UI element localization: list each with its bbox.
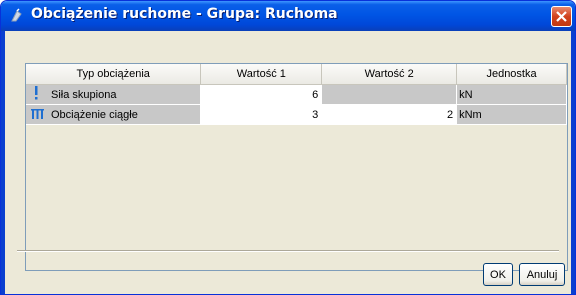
value1-cell[interactable]: 3 (200, 104, 323, 125)
cancel-button[interactable]: Anuluj (519, 263, 565, 286)
window-title: Obciążenie ruchome - Grupa: Ruchoma (31, 6, 338, 22)
ok-button[interactable]: OK (483, 263, 513, 286)
title-bar[interactable]: Obciążenie ruchome - Grupa: Ruchoma (1, 1, 575, 31)
value2-cell (321, 84, 458, 105)
loads-table: Typ obciążenia Wartość 1 Wartość 2 Jedno… (25, 63, 568, 271)
close-icon (556, 11, 567, 22)
unit-cell: kNm (456, 104, 567, 125)
loads-grid: Typ obciążenia Wartość 1 Wartość 2 Jedno… (26, 64, 567, 125)
table-row[interactable]: Siła skupiona 6 kN (26, 84, 567, 105)
load-type-label: Siła skupiona (51, 88, 117, 101)
close-button[interactable] (551, 6, 572, 27)
value1-cell[interactable]: 6 (200, 84, 323, 105)
value2-cell[interactable]: 2 (321, 104, 458, 125)
column-header-value2[interactable]: Wartość 2 (321, 64, 458, 85)
load-type-cell[interactable]: Siła skupiona (26, 84, 202, 105)
table-row[interactable]: Obciążenie ciągłe 3 2 kNm (26, 104, 567, 125)
dialog-window: Obciążenie ruchome - Grupa: Ruchoma Typ … (0, 0, 576, 295)
load-type-cell[interactable]: Obciążenie ciągłe (26, 104, 202, 125)
load-type-label: Obciążenie ciągłe (51, 108, 138, 121)
column-header-unit[interactable]: Jednostka (456, 64, 567, 85)
point-load-icon (31, 86, 45, 103)
column-header-type[interactable]: Typ obciążenia (26, 64, 202, 85)
column-header-value1[interactable]: Wartość 1 (200, 64, 323, 85)
distributed-load-icon (31, 106, 45, 123)
app-icon (9, 8, 25, 24)
unit-cell: kN (456, 84, 567, 105)
window-frame-right (571, 31, 575, 294)
dialog-content: Typ obciążenia Wartość 1 Wartość 2 Jedno… (5, 31, 571, 294)
footer-separator (17, 250, 559, 252)
table-header-row: Typ obciążenia Wartość 1 Wartość 2 Jedno… (26, 64, 567, 85)
